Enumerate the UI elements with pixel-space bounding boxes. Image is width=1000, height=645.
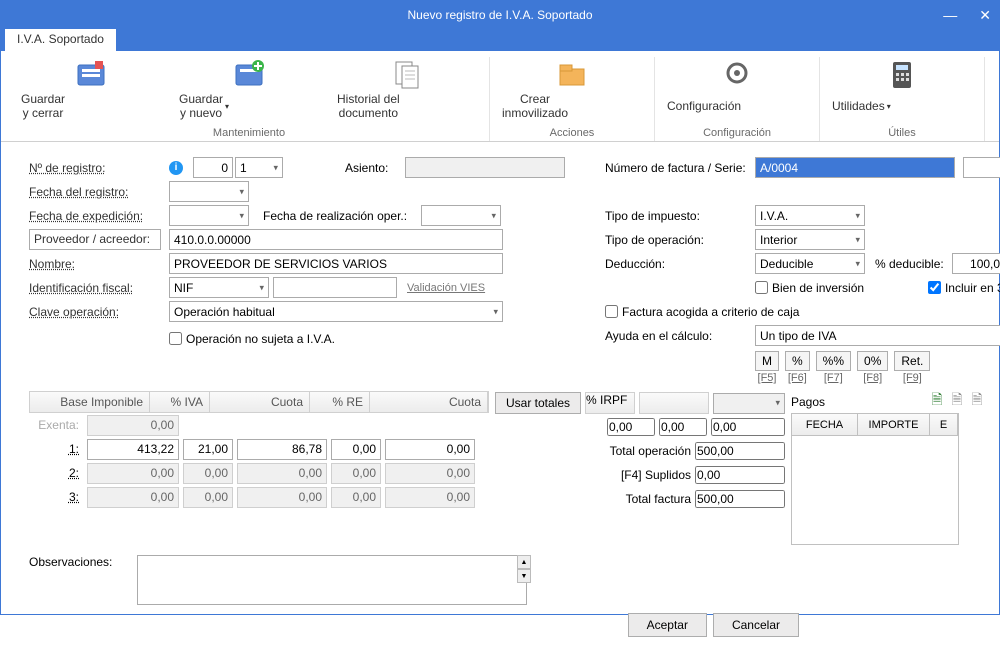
accept-button[interactable]: Aceptar	[628, 613, 707, 637]
num-factura-label: Número de factura / Serie:	[605, 161, 755, 175]
gear-icon	[721, 59, 753, 91]
nombre-label[interactable]: Nombre:	[29, 257, 169, 271]
ayuda-calc-combo[interactable]: Un tipo de IVA	[755, 325, 1000, 346]
cancel-button[interactable]: Cancelar	[713, 613, 799, 637]
total-fac-label: Total factura	[571, 492, 691, 506]
use-totals-button[interactable]: Usar totales	[495, 392, 581, 414]
reg-series-combo[interactable]: 1	[235, 157, 283, 178]
pagos-label: Pagos	[791, 395, 825, 409]
proveedor-label[interactable]: Proveedor / acreedor:	[29, 229, 161, 250]
folder-icon	[556, 59, 588, 91]
exp-date-input[interactable]	[169, 205, 249, 226]
save-new-icon	[233, 59, 265, 91]
real-date-input[interactable]	[421, 205, 501, 226]
obs-down-button[interactable]: ▼	[517, 569, 531, 583]
reg-date-label[interactable]: Fecha del registro:	[29, 185, 169, 199]
deduccion-combo[interactable]: Deducible	[755, 253, 865, 274]
suplidos-value[interactable]	[695, 466, 785, 484]
obs-textarea[interactable]	[137, 555, 527, 605]
delete-payment-icon[interactable]: 🗎	[969, 393, 985, 409]
ident-fiscal-combo[interactable]: NIF	[169, 277, 269, 298]
fkey-pctpct-button[interactable]: %%	[816, 351, 851, 371]
total-op-label: Total operación	[571, 444, 691, 458]
factura-caja-check[interactable]: Factura acogida a criterio de caja	[605, 305, 799, 319]
tipo-operacion-combo[interactable]: Interior	[755, 229, 865, 250]
fkey-m-button[interactable]: M	[755, 351, 779, 371]
add-payment-icon[interactable]: 🗎	[929, 393, 945, 409]
vies-link[interactable]: Validación VIES	[407, 282, 485, 294]
row1-iva[interactable]	[183, 439, 233, 460]
ribbon: Guardar y cerrar Guardar y nuevo▾ Histor…	[1, 51, 999, 142]
save-new-button[interactable]: Guardar y nuevo▾	[175, 57, 323, 123]
table-row: 2:	[29, 461, 489, 485]
tipo-impuesto-combo[interactable]: I.V.A.	[755, 205, 865, 226]
bien-inversion-check[interactable]: Bien de inversión	[755, 281, 864, 295]
doc-history-button[interactable]: Historial del documento	[333, 57, 481, 123]
row1-cuota1[interactable]	[237, 439, 327, 460]
num-factura-input[interactable]	[755, 157, 955, 178]
ident-fiscal-input[interactable]	[273, 277, 397, 298]
real-date-label: Fecha de realización oper.:	[263, 209, 421, 223]
close-button[interactable]: ✕	[975, 7, 995, 24]
table-row: 1:	[29, 437, 489, 461]
suplidos-label[interactable]: [F4] Suplidos	[571, 468, 691, 482]
nombre-input[interactable]	[169, 253, 503, 274]
total-op-value	[695, 442, 785, 460]
tab-iva-soportado[interactable]: I.V.A. Soportado	[5, 29, 116, 51]
tipo-impuesto-label: Tipo de impuesto:	[605, 209, 755, 223]
asiento-label: Asiento:	[345, 161, 405, 175]
group-maintenance-label: Mantenimiento	[213, 127, 285, 139]
group-actions-label: Acciones	[550, 127, 595, 139]
payments-body[interactable]	[792, 436, 958, 544]
title-bar: Nuevo registro de I.V.A. Soportado — ✕	[1, 1, 999, 29]
documents-icon	[391, 59, 423, 91]
fkey-pct-button[interactable]: %	[785, 351, 810, 371]
table-row: 3:	[29, 485, 489, 509]
row1-cuota2[interactable]	[385, 439, 475, 460]
ident-fiscal-label[interactable]: Identificación fiscal:	[29, 281, 169, 295]
fkey-zero-button[interactable]: 0%	[857, 351, 888, 371]
clave-combo[interactable]: Operación habitual	[169, 301, 503, 322]
total-fac-value	[695, 490, 785, 508]
tipo-operacion-label: Tipo de operación:	[605, 233, 755, 247]
pct-deducible-input[interactable]	[952, 253, 1000, 274]
num-factura-serie-input[interactable]	[963, 157, 1000, 178]
window-title: Nuevo registro de I.V.A. Soportado	[407, 8, 592, 22]
fkey-ret-button[interactable]: Ret.	[894, 351, 930, 371]
payments-table: FECHA IMPORTE E	[791, 413, 959, 545]
row1-re[interactable]	[331, 439, 381, 460]
ayuda-calc-label: Ayuda en el cálculo:	[605, 329, 755, 343]
obs-up-button[interactable]: ▲	[517, 555, 531, 569]
pct-deducible-label: % deducible:	[875, 257, 944, 271]
minimize-button[interactable]: —	[939, 7, 961, 23]
op-no-sujeta-check[interactable]: Operación no sujeta a I.V.A.	[169, 332, 335, 346]
incluir-347-check[interactable]: Incluir en 347	[928, 281, 1000, 295]
exenta-value	[87, 415, 179, 436]
save-close-icon	[75, 59, 107, 91]
clave-label[interactable]: Clave operación:	[29, 305, 169, 319]
obs-label: Observaciones:	[29, 555, 129, 569]
utilities-button[interactable]: Utilidades▾	[828, 57, 976, 123]
irpf-combo	[713, 393, 785, 414]
tab-bar: I.V.A. Soportado	[1, 29, 999, 51]
grid-header: Base Imponible % IVA Cuota % RE Cuota	[29, 391, 489, 413]
group-config-label: Configuración	[703, 127, 771, 139]
config-button[interactable]: Configuración	[663, 57, 811, 123]
calculator-icon	[886, 59, 918, 91]
proveedor-input[interactable]	[169, 229, 503, 250]
reg-date-input[interactable]	[169, 181, 249, 202]
edit-payment-icon[interactable]: 🗎	[949, 393, 965, 409]
create-asset-button[interactable]: Crear inmovilizado	[498, 57, 646, 123]
asiento-field	[405, 157, 565, 178]
exp-date-label[interactable]: Fecha de expedición:	[29, 209, 169, 223]
save-close-button[interactable]: Guardar y cerrar	[17, 57, 165, 123]
group-utils-label: Útiles	[888, 127, 916, 139]
exenta-label: Exenta:	[29, 418, 87, 432]
row1-base[interactable]	[87, 439, 179, 460]
info-icon[interactable]: i	[169, 161, 183, 175]
reg-no-label[interactable]: Nº de registro:	[29, 161, 169, 175]
deduccion-label: Deducción:	[605, 257, 755, 271]
reg-no-input[interactable]	[193, 157, 233, 178]
